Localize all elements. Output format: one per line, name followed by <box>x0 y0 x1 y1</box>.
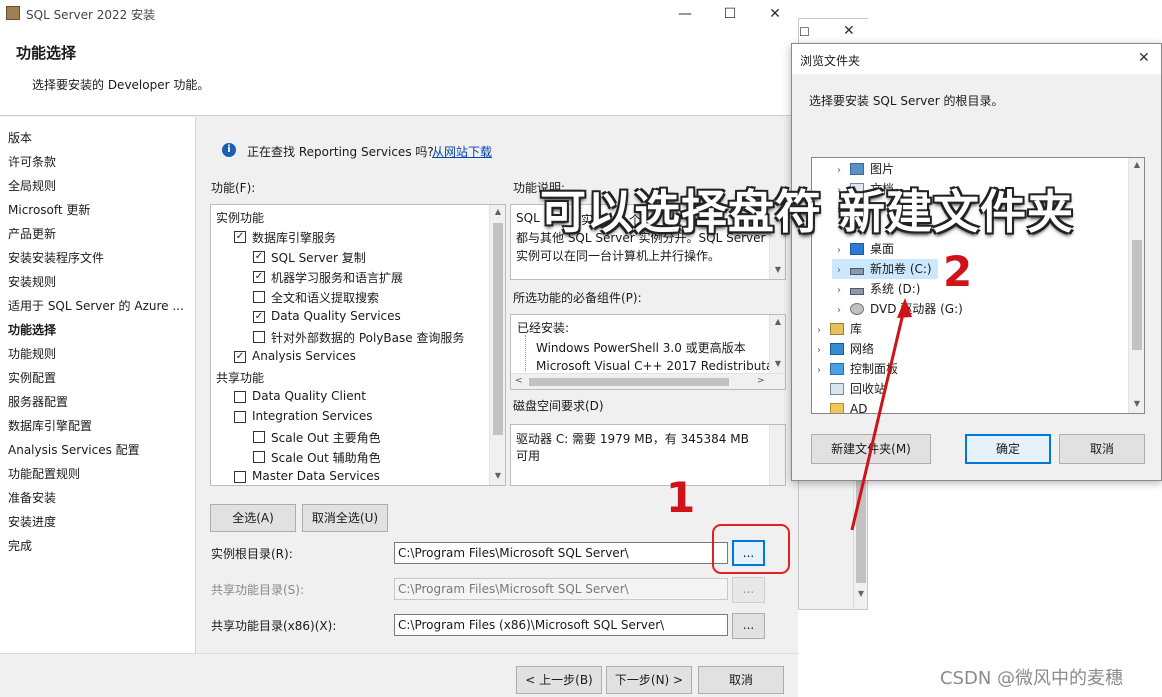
annotation-number-1: 1 <box>666 473 696 522</box>
arrow-line <box>850 304 907 531</box>
annotation-number-2: 2 <box>943 247 973 296</box>
arrow-head <box>897 298 912 318</box>
annotation-overlay-text: 可以选择盘符 新建文件夹 <box>540 185 1075 239</box>
watermark: CSDN @微风中的麦穗 <box>940 668 1124 689</box>
annotation-arrows <box>850 298 912 531</box>
